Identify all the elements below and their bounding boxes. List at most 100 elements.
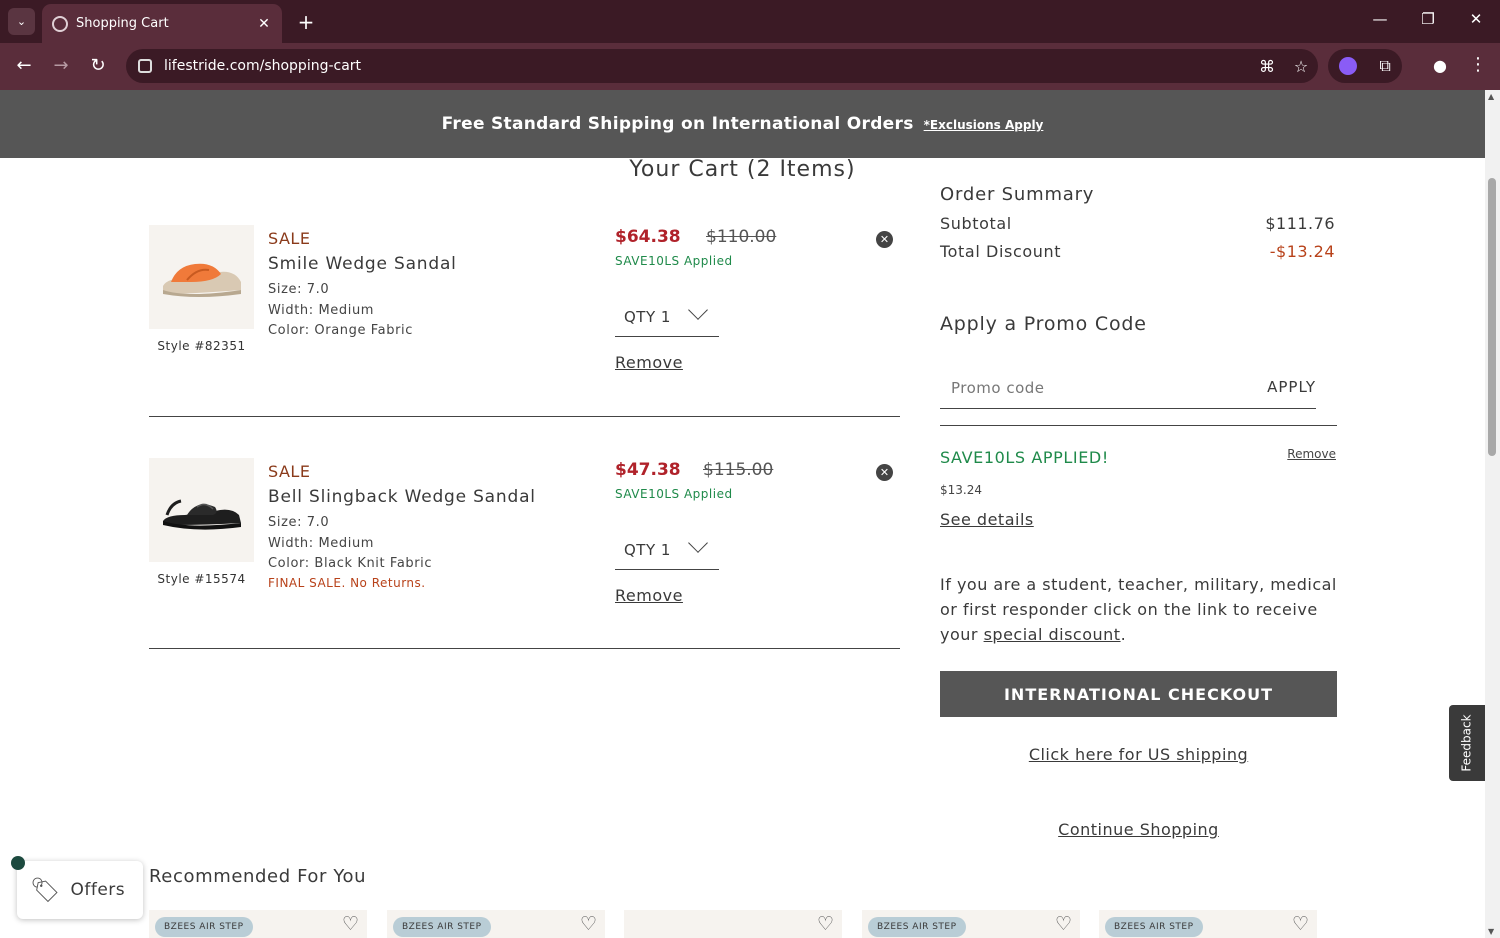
exclusions-link[interactable]: *Exclusions Apply (924, 118, 1044, 132)
product-name[interactable]: Bell Slingback Wedge Sandal (268, 487, 536, 507)
tab-search-button[interactable]: ⌄ (8, 8, 35, 35)
style-number: Style #82351 (157, 339, 246, 353)
feedback-tab[interactable]: Feedback (1449, 705, 1485, 781)
browser-toolbar: ← → ↻ lifestride.com/shopping-cart ⌘ ☆ ⧉ (0, 43, 1500, 90)
sale-price: $47.38 (615, 460, 681, 480)
us-shipping-link[interactable]: Click here for US shipping (940, 745, 1337, 764)
cart-title: Your Cart (2 Items) (629, 157, 856, 182)
product-size: Size: 7.0 (268, 282, 330, 297)
style-number: Style #15574 (157, 572, 246, 586)
profile-icon[interactable]: ● (1428, 56, 1452, 75)
offers-widget[interactable]: 🏷 Offers (17, 861, 143, 919)
discount-value: -$13.24 (1269, 242, 1335, 261)
more-menu-icon[interactable]: ⋮ (1466, 54, 1490, 75)
cart-item: Style #82351 SALE Smile Wedge Sandal Siz… (149, 225, 900, 417)
special-discount-link[interactable]: special discount (984, 625, 1121, 644)
scroll-down-icon[interactable]: ▼ (1488, 927, 1494, 936)
summary-divider (940, 425, 1337, 426)
brand-badge: BZEES AIR STEP (155, 917, 253, 937)
sale-label: SALE (268, 229, 311, 248)
close-window-icon[interactable]: ✕ (1466, 10, 1486, 28)
chevron-down-icon (688, 300, 708, 320)
notification-dot (11, 856, 25, 870)
heart-icon[interactable]: ♡ (1292, 913, 1309, 935)
promo-applied-label: SAVE10LS Applied (615, 254, 733, 268)
reload-icon[interactable]: ↻ (86, 55, 110, 76)
remove-link[interactable]: Remove (615, 586, 683, 605)
site-favicon-icon (52, 15, 68, 32)
offers-label: Offers (70, 880, 126, 900)
remove-link[interactable]: Remove (615, 353, 683, 372)
product-size: Size: 7.0 (268, 515, 330, 530)
banner-text: Free Standard Shipping on International … (441, 114, 914, 134)
heart-icon[interactable]: ♡ (1055, 913, 1072, 935)
discount-label: Total Discount (940, 242, 1062, 261)
product-name[interactable]: Smile Wedge Sandal (268, 254, 457, 274)
browser-tabbar: ⌄ Shopping Cart ✕ + — ❐ ✕ (0, 0, 1500, 43)
promo-heading: Apply a Promo Code (940, 313, 1147, 335)
product-width: Width: Medium (268, 303, 375, 318)
minimize-icon[interactable]: — (1370, 10, 1390, 28)
product-color: Color: Orange Fabric (268, 323, 413, 338)
subtotal-label: Subtotal (940, 214, 1012, 233)
recommended-card[interactable]: BZEES AIR STEP ♡ (387, 910, 605, 938)
remove-item-icon[interactable]: ✕ (876, 464, 893, 481)
see-details-link[interactable]: See details (940, 510, 1034, 529)
bookmark-star-icon[interactable]: ☆ (1284, 57, 1318, 76)
continue-shopping-link[interactable]: Continue Shopping (940, 820, 1337, 839)
back-icon[interactable]: ← (12, 55, 36, 76)
slingback-sandal-icon (162, 499, 241, 530)
scroll-thumb[interactable] (1488, 178, 1496, 456)
heart-icon[interactable]: ♡ (580, 913, 597, 935)
feedback-label: Feedback (1460, 714, 1474, 772)
address-bar[interactable]: lifestride.com/shopping-cart ⌘ ☆ (126, 49, 1318, 83)
remove-promo-link[interactable]: Remove (1287, 447, 1336, 461)
original-price: $110.00 (706, 227, 777, 247)
international-checkout-button[interactable]: INTERNATIONAL CHECKOUT (940, 671, 1337, 717)
new-tab-button[interactable]: + (296, 10, 316, 34)
remove-item-icon[interactable]: ✕ (876, 231, 893, 248)
translate-icon[interactable]: ⌘ (1250, 57, 1284, 76)
promo-code-field: APPLY (940, 369, 1316, 409)
extension-icon[interactable] (1339, 57, 1358, 75)
quantity-select[interactable]: QTY 1 (615, 297, 719, 337)
brand-badge: BZEES AIR STEP (1105, 917, 1203, 937)
final-sale-notice: FINAL SALE. No Returns. (268, 576, 426, 590)
recommended-card[interactable]: ♡ (624, 910, 842, 938)
quantity-select[interactable]: QTY 1 (615, 530, 719, 570)
promo-code-input[interactable] (940, 369, 1240, 407)
product-width: Width: Medium (268, 536, 375, 551)
heart-icon[interactable]: ♡ (817, 913, 834, 935)
product-image[interactable] (149, 458, 254, 562)
recommended-card[interactable]: BZEES AIR STEP ♡ (862, 910, 1080, 938)
original-price: $115.00 (703, 460, 774, 480)
sale-label: SALE (268, 462, 311, 481)
chevron-down-icon (688, 533, 708, 553)
puzzle-icon[interactable]: ⧉ (1379, 56, 1390, 76)
site-info-icon[interactable] (138, 59, 152, 73)
recommended-title: Recommended For You (149, 866, 367, 887)
recommended-card[interactable]: BZEES AIR STEP ♡ (1099, 910, 1317, 938)
tag-icon: 🏷 (30, 876, 61, 904)
restore-window-icon[interactable]: ❐ (1418, 10, 1438, 28)
heart-icon[interactable]: ♡ (342, 913, 359, 935)
browser-tab[interactable]: Shopping Cart ✕ (42, 4, 282, 43)
brand-badge: BZEES AIR STEP (393, 917, 491, 937)
quantity-value: QTY 1 (624, 307, 671, 326)
page-scrollbar[interactable]: ▲ ▼ (1485, 90, 1500, 938)
applied-amount: $13.24 (940, 483, 982, 497)
url-text[interactable]: lifestride.com/shopping-cart (164, 58, 1250, 74)
special-text-post: . (1120, 625, 1127, 644)
scroll-up-icon[interactable]: ▲ (1488, 92, 1494, 101)
close-tab-icon[interactable]: ✕ (254, 16, 274, 32)
apply-button[interactable]: APPLY (1267, 378, 1316, 396)
recommended-card[interactable]: BZEES AIR STEP ♡ (149, 910, 367, 938)
promo-applied-label: SAVE10LS Applied (615, 487, 733, 501)
product-image[interactable] (149, 225, 254, 329)
summary-title: Order Summary (940, 184, 1095, 205)
product-color: Color: Black Knit Fabric (268, 556, 433, 571)
sale-price: $64.38 (615, 227, 681, 247)
brand-badge: BZEES AIR STEP (868, 917, 966, 937)
forward-icon[interactable]: → (49, 55, 73, 76)
special-discount-text: If you are a student, teacher, military,… (940, 572, 1337, 647)
